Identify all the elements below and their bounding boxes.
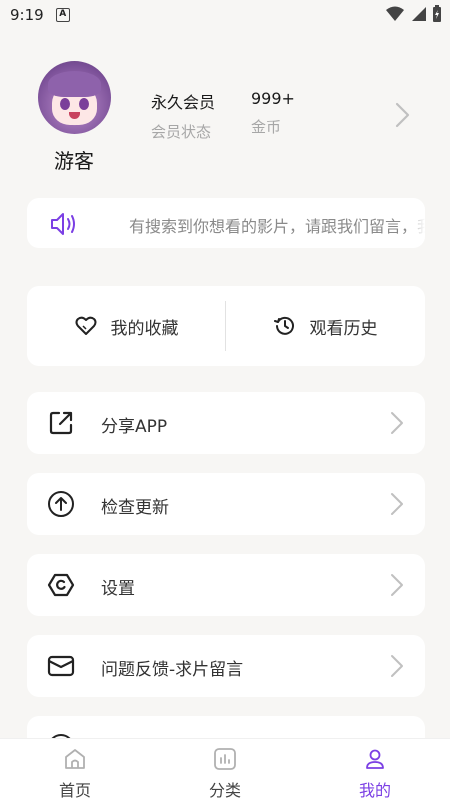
chevron-right-icon <box>391 574 403 596</box>
menu-label: 分享APP <box>101 417 168 437</box>
notice-banner[interactable]: 有搜索到你想看的影片，请跟我们留言，我 <box>27 198 425 248</box>
share-icon <box>49 411 73 435</box>
avatar[interactable] <box>38 61 111 134</box>
quick-actions: 我的收藏 观看历史 <box>27 286 425 366</box>
category-icon <box>214 748 236 770</box>
tab-label: 首页 <box>58 781 91 800</box>
coins-stat: 999+ 金币 <box>251 89 295 137</box>
history-label: 观看历史 <box>309 318 378 339</box>
menu-item-feedback[interactable]: 问题反馈-求片留言 <box>27 635 425 697</box>
profile-header[interactable]: 游客 永久会员 会员状态 999+ 金币 <box>0 55 450 175</box>
membership-stat: 永久会员 会员状态 <box>151 89 215 142</box>
status-time: 9:19 <box>10 6 44 24</box>
tab-category[interactable]: 分类 <box>175 739 275 801</box>
tab-me[interactable]: 我的 <box>325 739 425 801</box>
chevron-right-icon[interactable] <box>394 101 412 129</box>
settings-icon <box>47 573 75 597</box>
tab-home[interactable]: 首页 <box>25 739 125 801</box>
menu-label: 设置 <box>101 579 135 599</box>
speaker-icon <box>51 213 75 235</box>
message-icon <box>47 655 75 677</box>
chevron-right-icon <box>391 493 403 515</box>
bottom-tab-bar: 首页 分类 我的 <box>0 738 450 801</box>
membership-value: 永久会员 <box>151 93 216 112</box>
menu-item-share[interactable]: 分享APP <box>27 392 425 454</box>
tab-label: 分类 <box>208 781 241 800</box>
menu-label: 问题反馈-求片留言 <box>101 660 244 680</box>
status-icons <box>386 5 442 23</box>
home-icon <box>65 749 85 769</box>
wifi-icon <box>386 6 404 21</box>
username: 游客 <box>54 149 94 173</box>
favorites-label: 我的收藏 <box>110 318 179 339</box>
history-icon <box>273 316 294 335</box>
history-button[interactable]: 观看历史 <box>226 286 425 366</box>
membership-label: 会员状态 <box>151 123 212 141</box>
status-bar: 9:19 A <box>0 0 450 30</box>
user-icon <box>366 749 384 769</box>
coins-value: 999+ <box>251 89 295 108</box>
coins-label: 金币 <box>251 118 282 136</box>
tab-label: 我的 <box>358 781 391 800</box>
menu-item-check-update[interactable]: 检查更新 <box>27 473 425 535</box>
signal-icon <box>412 7 426 21</box>
chevron-right-icon <box>391 655 403 677</box>
menu-item-settings[interactable]: 设置 <box>27 554 425 616</box>
notification-badge-icon: A <box>55 8 70 22</box>
arrow-up-circle-icon <box>48 491 74 517</box>
battery-icon <box>433 5 441 22</box>
avatar-hair <box>48 71 101 97</box>
notice-text: 有搜索到你想看的影片，请跟我们留言，我 <box>129 217 425 236</box>
chevron-right-icon <box>391 412 403 434</box>
heart-icon <box>75 316 96 335</box>
menu-label: 检查更新 <box>101 498 169 518</box>
favorites-button[interactable]: 我的收藏 <box>27 286 226 366</box>
